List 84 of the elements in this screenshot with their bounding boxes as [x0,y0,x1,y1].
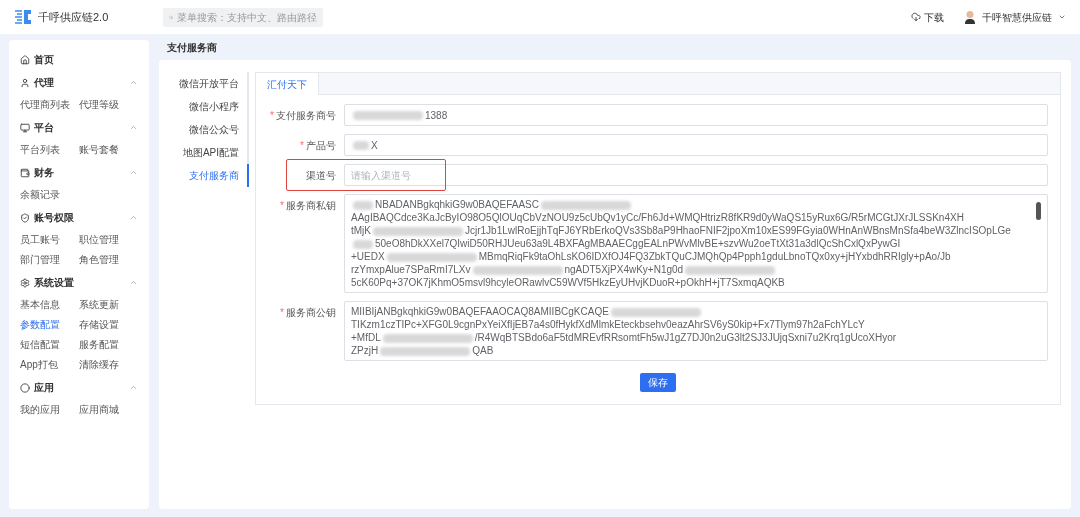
scrollbar[interactable] [1036,202,1041,220]
required-mark: * [270,108,274,123]
subnav-tab[interactable]: 微信开放平台 [163,72,249,95]
key-text: rzYmxpAlue7SPaRmI7LXv [351,263,471,276]
placeholder: 请输入渠道号 [351,168,411,183]
wallet-icon [20,167,30,178]
key-text: MIIBIjANBgkqhkiG9w0BAQEFAAOCAQ8AMIIBCgKCAQE [351,305,609,318]
user-icon [20,77,30,88]
sidebar-item[interactable]: 系统更新 [79,294,138,314]
download-button[interactable]: 下载 [911,9,944,25]
logo-text: 千呼供应链2.0 [38,9,110,25]
sidebar-item[interactable]: 基本信息 [20,294,79,314]
sidebar-group-header[interactable]: 应用 [20,376,138,399]
subnav-tab[interactable]: 微信公众号 [163,118,249,141]
key-text: tMjK [351,224,371,237]
sidebar-group-header[interactable]: 账号权限 [20,206,138,229]
field-label: 支付服务商号 [276,108,336,123]
sidebar-group-header[interactable]: 首页 [20,48,138,71]
sidebar-item[interactable]: 短信配置 [20,334,79,354]
avatar-icon [964,10,976,24]
subnav-tab[interactable]: 支付服务商 [163,164,249,187]
field-label: 服务商私钥 [286,198,336,213]
sidebar-item[interactable]: 部门管理 [20,249,79,269]
shield-icon [20,212,30,223]
sidebar-item[interactable]: 我的应用 [20,399,79,419]
sidebar-item[interactable]: 员工账号 [20,229,79,249]
sidebar-item[interactable]: 存储设置 [79,314,138,334]
subnav-tab[interactable]: 微信小程序 [163,95,249,118]
sidebar-group-header[interactable]: 财务 [20,161,138,184]
key-text: ngADT5XjPX4wKy+N1g0d [564,263,684,276]
sidebar-group-header[interactable]: 系统设置 [20,271,138,294]
page-title: 支付服务商 [166,41,218,55]
key-text: +MfDL [351,331,381,344]
sidebar-item[interactable]: 参数配置 [20,314,79,334]
key-text: ZPzjH [351,344,379,357]
sidebar-item[interactable]: 账号套餐 [79,139,138,159]
field-label: 产品号 [306,138,336,153]
sidebar-item[interactable]: 余额记录 [20,184,79,204]
sidebar-item[interactable]: 清除缓存 [79,354,138,374]
placeholder: 菜单搜索：支持中文、路由路径 [177,10,317,25]
redacted-blur [353,239,373,249]
key-text: +UEDX [351,250,385,263]
key-text: TIKzm1czTIPc+XFG0L9cgnPxYeiXfIjEB7a4s0fHykfXdMlmkEteckbsehv0eazAhrSV6yS0kip+Fx7Tlym97h2aFchYLcY [351,318,865,331]
logo-icon [14,9,32,25]
field-label: 渠道号 [306,168,336,183]
settings-icon [20,277,30,288]
required-mark: * [280,305,284,320]
field-label: 服务商公钥 [286,305,336,320]
text-area[interactable] [344,301,1048,361]
circle-icon [20,382,30,393]
sidebar-item[interactable]: 代理等级 [79,94,138,114]
sidebar-item[interactable]: 职位管理 [79,229,138,249]
caret-icon [1058,13,1066,21]
sidebar-item[interactable]: 服务配置 [79,334,138,354]
key-text: 50eO8hDkXXel7QIwiD50RHJUeu63a9L4BXFAgMBAAECggEALnPWvMlvBE+szvWu2oeTtXt31a3dlQcShCxlQxPywGI [375,237,901,250]
input-field[interactable]: 1388 [344,104,1048,126]
required-mark: * [280,198,284,213]
input-field[interactable]: X [344,134,1048,156]
monitor-icon [20,122,30,133]
sidebar-item[interactable]: 应用商城 [79,399,138,419]
key-text: Jcjr1Jb1LwlRoEjjhTqFJ6YRbErkoQVs3Sb8aP9HhaoFNIF2jpoXm10xES99FGyia0WHnAnWBnsMnSfa4beW3ZlncISOpLGe [465,224,1011,237]
sidebar-item[interactable]: 代理商列表 [20,94,79,114]
sidebar-group-header[interactable]: 平台 [20,116,138,139]
field-value: 1388 [425,108,448,123]
key-text: /R4WqBTSBdo6aF5tdMREvfRRsomtFh5wJ1gZ7DJ0n2uG3lt2SJ3JUjqSxni7u2Krq1gUcoXHyor [474,331,897,344]
text-area[interactable] [344,194,1048,293]
tab[interactable]: 汇付天下 [256,73,319,95]
key-text: AAgIBAQCdce3KaJcByIO98O5QlOUqCbVzNOU9z5cUbQv1yCc/Fh6Jd+WMQHtrizR8fKR9d0yWaQS15yRux6G/R5rMCGtJXrJLSSKn4XH [351,211,964,224]
sidebar-item[interactable]: App打包 [20,354,79,374]
key-text: QAB [472,344,494,357]
key-text: NBADANBgkqhkiG9w0BAQEFAASC [375,198,539,211]
field-value: X [371,138,378,153]
cloud-download-icon [911,12,921,22]
key-text: 5cK60Pq+37OK7jKhmO5msvl9hcyleORawlvC59WVf5HkzEyUHvjKDuoR+pOkhH+jT7SxmqAQKB [351,276,785,289]
sidebar-item[interactable]: 平台列表 [20,139,79,159]
sidebar-group-header[interactable]: 代理 [20,71,138,94]
home-icon [20,54,30,65]
key-text: MBmqRiqFk9taOhLsKO6IDXfOJ4FQ3ZbkTQuCJMQhQp4Ppph1gduLbnoTQx0xy+jHYxbdhRRIgly+pAo/Jb [478,250,951,263]
save-button[interactable]: 保存 [640,373,676,392]
redacted-blur [353,200,373,210]
user-menu[interactable]: 千呼智慧供应链 [964,9,1066,25]
subnav-tab[interactable]: 地图API配置 [163,141,249,164]
sidebar-item[interactable]: 角色管理 [79,249,138,269]
required-mark: * [300,138,304,153]
